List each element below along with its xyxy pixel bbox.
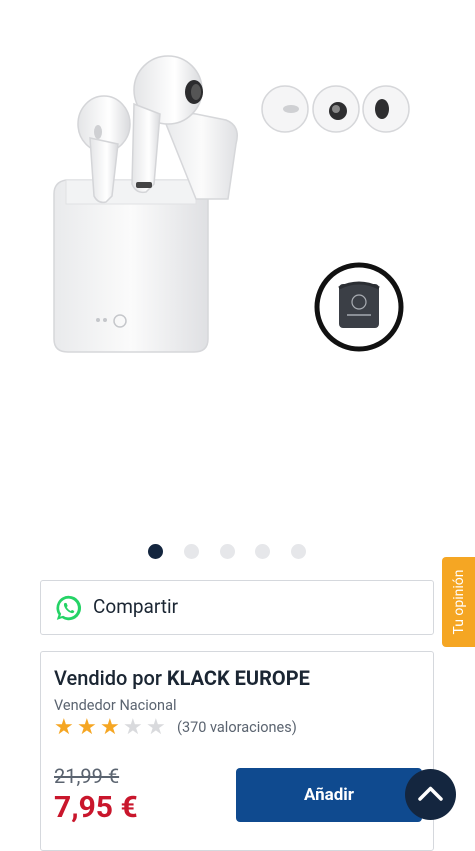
add-to-cart-button[interactable]: Añadir (236, 768, 422, 822)
seller-prefix: Vendido por (54, 666, 162, 690)
opinion-tab[interactable]: Tu opinión (442, 557, 475, 647)
seller-type: Vendedor Nacional (54, 697, 177, 714)
star-icon: ★ (123, 715, 143, 740)
seller-card: Vendido por KLACK EUROPE Vendedor Nacion… (40, 651, 434, 851)
gallery-dot-4[interactable] (255, 544, 270, 559)
product-gallery[interactable] (0, 0, 475, 540)
gallery-dot-1[interactable] (148, 544, 163, 559)
gallery-dot-2[interactable] (184, 544, 199, 559)
chevron-up-icon (418, 786, 443, 801)
gallery-pagination (0, 544, 475, 560)
seller-name-link[interactable]: KLACK EUROPE (167, 666, 310, 690)
product-image[interactable] (36, 14, 436, 384)
star-icon: ★ (54, 715, 74, 740)
gallery-dot-3[interactable] (220, 544, 235, 559)
star-icon: ★ (146, 715, 166, 740)
rating-count[interactable]: (370 valoraciones) (177, 719, 297, 736)
star-icon: ★ (100, 715, 120, 740)
star-icon: ★ (77, 715, 97, 740)
seller-heading: Vendido por KLACK EUROPE (54, 666, 310, 690)
whatsapp-icon (56, 595, 82, 621)
scroll-to-top-button[interactable] (405, 769, 456, 820)
old-price: 21,99 € (54, 764, 120, 788)
share-button[interactable]: Compartir (40, 580, 434, 635)
gallery-dot-5[interactable] (291, 544, 306, 559)
share-label: Compartir (93, 595, 179, 618)
price: 7,95 € (54, 790, 138, 825)
opinion-tab-label: Tu opinión (450, 569, 467, 635)
